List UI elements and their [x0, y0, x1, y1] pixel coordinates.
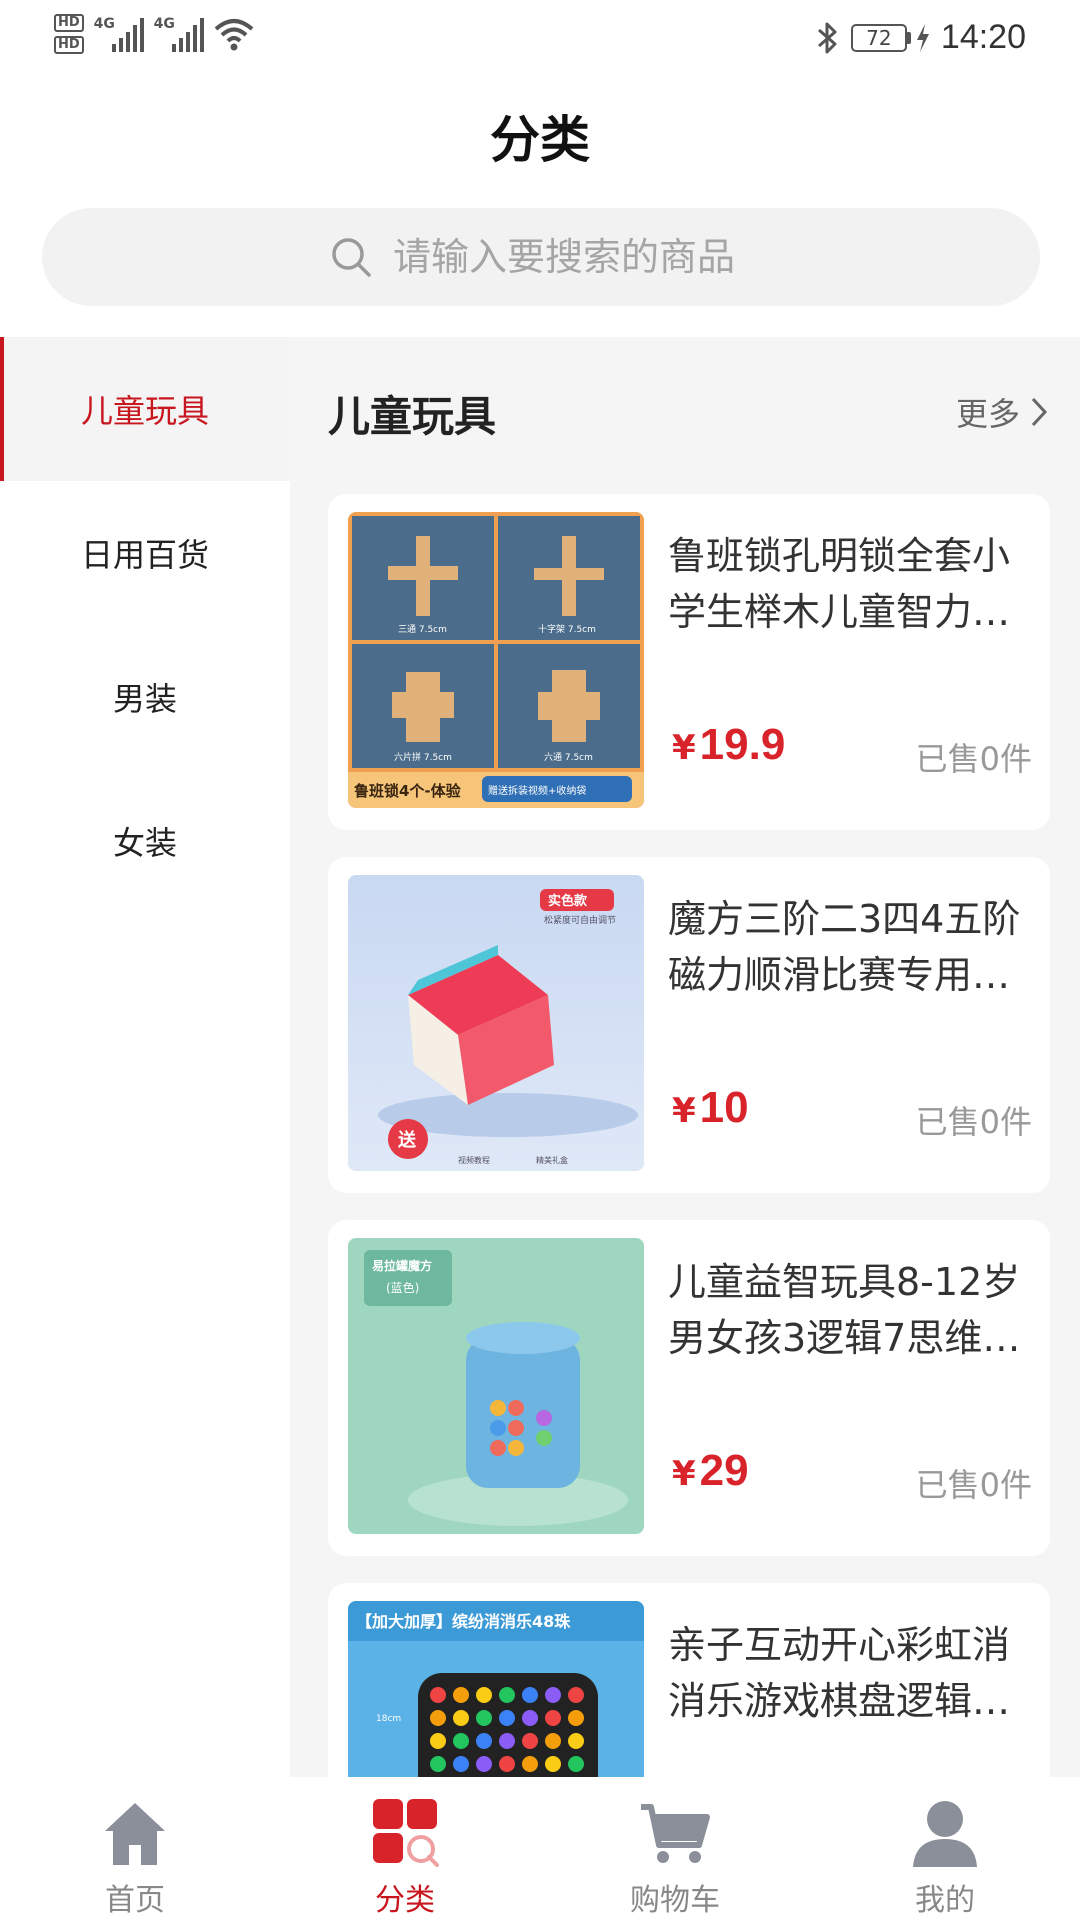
tab-label: 购物车: [630, 1883, 720, 1918]
price-currency: ¥: [672, 728, 696, 768]
network-type-2: 4G: [153, 16, 175, 32]
price-value: 19.9: [699, 720, 786, 769]
product-card[interactable]: 三通 7.5cm 十字架 7.5cm 六片拼 7.5cm 六通 7.5cm 鲁班…: [328, 494, 1050, 830]
product-card[interactable]: 易拉罐魔方 (蓝色) 儿童益智玩具8-12岁男女孩3逻辑7思维… ¥ 29 已售…: [328, 1220, 1050, 1556]
bottom-tab-bar: 首页 分类 购物车 我的: [0, 1777, 1080, 1920]
hd-badge-1: HD: [54, 14, 84, 32]
bluetooth-icon: [817, 22, 837, 53]
battery-level: 72: [850, 23, 907, 52]
product-image[interactable]: 实色款 松紧度可自由调节 送 视频教程 精美礼盒: [348, 875, 644, 1171]
price-value: 10: [699, 1083, 749, 1132]
product-card[interactable]: 【加大加厚】缤纷消消乐48珠 18cm 亲子互动开心彩虹消消乐游戏棋盘逻辑…: [328, 1583, 1050, 1777]
product-price: ¥ 10: [672, 1083, 749, 1133]
tab-category[interactable]: 分类: [270, 1777, 540, 1920]
tab-home[interactable]: 首页: [0, 1777, 270, 1920]
category-icon: [373, 1799, 439, 1867]
image-caption-3: 六片拼 7.5cm: [394, 751, 452, 763]
network-type-1: 4G: [93, 16, 115, 32]
section-header: 儿童玩具 更多: [328, 383, 1050, 441]
tab-label: 分类: [375, 1883, 435, 1918]
hd-indicators: HD HD: [54, 14, 84, 54]
product-price: ¥ 19.9: [672, 720, 785, 770]
cart-icon: [641, 1804, 710, 1863]
tab-cart[interactable]: 购物车: [540, 1777, 810, 1920]
hd-badge-2: HD: [54, 36, 84, 54]
product-card[interactable]: 实色款 松紧度可自由调节 送 视频教程 精美礼盒 魔方三阶二3四4五阶磁力顺滑比…: [328, 857, 1050, 1193]
product-price: ¥ 29: [672, 1446, 749, 1496]
battery-icon: 72: [850, 23, 931, 52]
image-gift-text: 送: [397, 1129, 417, 1151]
sold-count: 已售0件: [915, 740, 1032, 778]
image-promo-text: 鲁班锁4个-体验: [354, 782, 462, 800]
wifi-icon: [214, 19, 253, 51]
search-bar[interactable]: [42, 208, 1040, 306]
product-title[interactable]: 魔方三阶二3四4五阶磁力顺滑比赛专用…: [668, 891, 1038, 1003]
sidebar-item-kids-toys[interactable]: 儿童玩具: [0, 337, 290, 481]
sidebar-item-daily-goods[interactable]: 日用百货: [0, 481, 290, 625]
image-badge-text: (蓝色): [386, 1281, 419, 1295]
image-caption-4: 六通 7.5cm: [544, 751, 593, 763]
charging-icon: [916, 23, 929, 52]
image-badge-text: 松紧度可自由调节: [544, 914, 616, 926]
search-icon: [332, 238, 371, 277]
category-content: 儿童玩具 更多 三通 7.5cm 十字架 7.5cm 六片拼 7.5cm 六通 …: [290, 337, 1080, 1777]
image-promo-text: 实色款: [548, 893, 588, 909]
sold-count: 已售0件: [915, 1466, 1032, 1504]
more-link[interactable]: 更多: [956, 389, 1050, 435]
product-image[interactable]: 三通 7.5cm 十字架 7.5cm 六片拼 7.5cm 六通 7.5cm 鲁班…: [348, 512, 644, 808]
search-input[interactable]: [393, 235, 753, 279]
product-image[interactable]: 易拉罐魔方 (蓝色): [348, 1238, 644, 1534]
price-currency: ¥: [672, 1454, 696, 1494]
tab-label: 我的: [915, 1883, 975, 1918]
section-title: 儿童玩具: [328, 392, 497, 441]
image-badge-text: 赠送拆装视频+收纳袋: [488, 784, 586, 797]
status-left: HD HD 4G 4G: [54, 14, 254, 54]
image-caption-2: 精美礼盒: [536, 1155, 568, 1165]
category-sidebar: 儿童玩具 日用百货 男装 女装: [0, 337, 290, 1777]
chevron-right-icon: [1031, 397, 1048, 427]
price-currency: ¥: [672, 1091, 696, 1131]
image-caption-1: 视频教程: [458, 1155, 490, 1165]
image-caption-1: 三通 7.5cm: [398, 624, 447, 635]
product-title[interactable]: 亲子互动开心彩虹消消乐游戏棋盘逻辑…: [668, 1617, 1038, 1729]
clock: 14:20: [940, 18, 1026, 56]
product-title[interactable]: 鲁班锁孔明锁全套小学生榉木儿童智力…: [668, 528, 1038, 640]
product-title[interactable]: 儿童益智玩具8-12岁男女孩3逻辑7思维…: [668, 1254, 1038, 1366]
tab-label: 首页: [105, 1883, 165, 1918]
more-label: 更多: [955, 395, 1020, 433]
product-image[interactable]: 【加大加厚】缤纷消消乐48珠 18cm: [348, 1601, 644, 1777]
sidebar-item-menswear[interactable]: 男装: [0, 625, 290, 769]
status-right: 72 14:20: [815, 18, 1026, 57]
image-promo-text: 【加大加厚】缤纷消消乐48珠: [356, 1612, 571, 1631]
profile-icon: [913, 1801, 977, 1867]
image-caption-2: 十字架 7.5cm: [538, 623, 596, 635]
sold-count: 已售0件: [915, 1103, 1032, 1141]
cell-signal-icon: 4G: [94, 16, 144, 52]
tab-profile[interactable]: 我的: [810, 1777, 1080, 1920]
image-promo-text: 易拉罐魔方: [372, 1258, 432, 1273]
page-title: 分类: [490, 111, 590, 169]
image-badge-text: 18cm: [376, 1714, 401, 1724]
sidebar-item-womenswear[interactable]: 女装: [0, 769, 290, 913]
cell-signal-icon-2: 4G: [154, 16, 204, 52]
home-icon: [105, 1803, 165, 1865]
status-bar: HD HD 4G 4G 72 14:20: [0, 0, 1080, 80]
price-value: 29: [699, 1446, 749, 1495]
